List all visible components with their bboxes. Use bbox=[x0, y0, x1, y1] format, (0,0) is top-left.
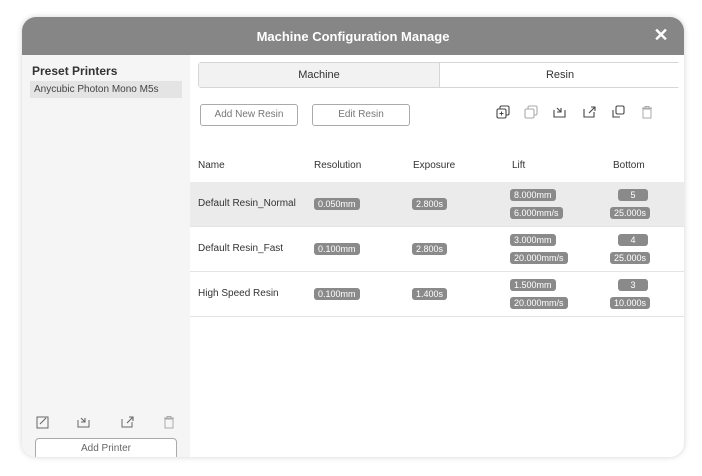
exposure-value: 2.800s bbox=[412, 198, 448, 210]
preset-printers-heading: Preset Printers bbox=[32, 64, 118, 78]
tab-resin[interactable]: Resin bbox=[439, 63, 680, 87]
table-row[interactable]: Default Resin_Fast 0.100mm 2.800s 3.000m… bbox=[190, 227, 684, 271]
copy-icon[interactable] bbox=[496, 105, 510, 119]
printer-item[interactable]: Anycubic Photon Mono M5s bbox=[30, 81, 182, 98]
dialog-title: Machine Configuration Manage bbox=[256, 29, 450, 44]
resin-toolbar-icons bbox=[496, 105, 676, 121]
resin-name: Default Resin_Normal bbox=[198, 198, 296, 209]
resolution-value: 0.050mm bbox=[314, 198, 360, 210]
exposure-value: 1.400s bbox=[412, 288, 448, 300]
export-icon[interactable] bbox=[121, 415, 135, 429]
column-header-resolution[interactable]: Resolution bbox=[314, 160, 361, 171]
bottom-exposure-value: 10.000s bbox=[610, 297, 651, 309]
sync-icon[interactable] bbox=[611, 105, 625, 119]
column-header-exposure[interactable]: Exposure bbox=[413, 160, 455, 171]
edit-icon[interactable] bbox=[36, 415, 50, 429]
import-icon[interactable] bbox=[553, 105, 567, 119]
column-header-bottom[interactable]: Bottom bbox=[613, 160, 645, 171]
lift-speed-value: 6.000mm/s bbox=[510, 207, 563, 219]
preset-printers-sidebar: Preset Printers Anycubic Photon Mono M5s… bbox=[22, 55, 190, 457]
close-icon[interactable]: ✕ bbox=[652, 26, 670, 44]
lift-height-value: 1.500mm bbox=[510, 279, 556, 291]
printer-actions bbox=[36, 415, 184, 431]
table-row[interactable]: High Speed Resin 0.100mm 1.400s 1.500mm … bbox=[190, 272, 684, 316]
tab-machine[interactable]: Machine bbox=[199, 63, 439, 87]
bottom-layers-value: 5 bbox=[618, 189, 648, 201]
tab-bar: Machine Resin bbox=[198, 62, 680, 88]
bottom-exposure-value: 25.000s bbox=[610, 252, 651, 264]
exposure-value: 2.800s bbox=[412, 243, 448, 255]
add-new-resin-button[interactable]: Add New Resin bbox=[200, 104, 298, 126]
column-header-name[interactable]: Name bbox=[198, 160, 225, 171]
delete-icon[interactable] bbox=[640, 105, 654, 119]
row-divider bbox=[190, 316, 684, 317]
table-row[interactable]: Default Resin_Normal 0.050mm 2.800s 8.00… bbox=[190, 182, 684, 226]
column-header-lift[interactable]: Lift bbox=[512, 160, 525, 171]
duplicate-icon[interactable] bbox=[524, 105, 538, 119]
resolution-value: 0.100mm bbox=[314, 243, 360, 255]
import-icon[interactable] bbox=[77, 415, 91, 429]
lift-speed-value: 20.000mm/s bbox=[510, 252, 568, 264]
bottom-layers-value: 4 bbox=[618, 234, 648, 246]
resolution-value: 0.100mm bbox=[314, 288, 360, 300]
add-printer-button[interactable]: Add Printer bbox=[35, 438, 177, 457]
dialog-titlebar: Machine Configuration Manage ✕ bbox=[22, 17, 684, 55]
lift-height-value: 8.000mm bbox=[510, 189, 556, 201]
main-panel: Machine Resin Add New Resin Edit Resin N… bbox=[190, 55, 684, 457]
machine-configuration-dialog: Machine Configuration Manage ✕ Preset Pr… bbox=[22, 17, 684, 457]
delete-icon[interactable] bbox=[162, 415, 176, 429]
lift-height-value: 3.000mm bbox=[510, 234, 556, 246]
table-header: Name Resolution Exposure Lift Bottom bbox=[190, 160, 684, 174]
resin-name: High Speed Resin bbox=[198, 288, 279, 299]
lift-speed-value: 20.000mm/s bbox=[510, 297, 568, 309]
bottom-layers-value: 3 bbox=[618, 279, 648, 291]
export-icon[interactable] bbox=[583, 105, 597, 119]
edit-resin-button[interactable]: Edit Resin bbox=[312, 104, 410, 126]
bottom-exposure-value: 25.000s bbox=[610, 207, 651, 219]
resin-name: Default Resin_Fast bbox=[198, 243, 284, 254]
